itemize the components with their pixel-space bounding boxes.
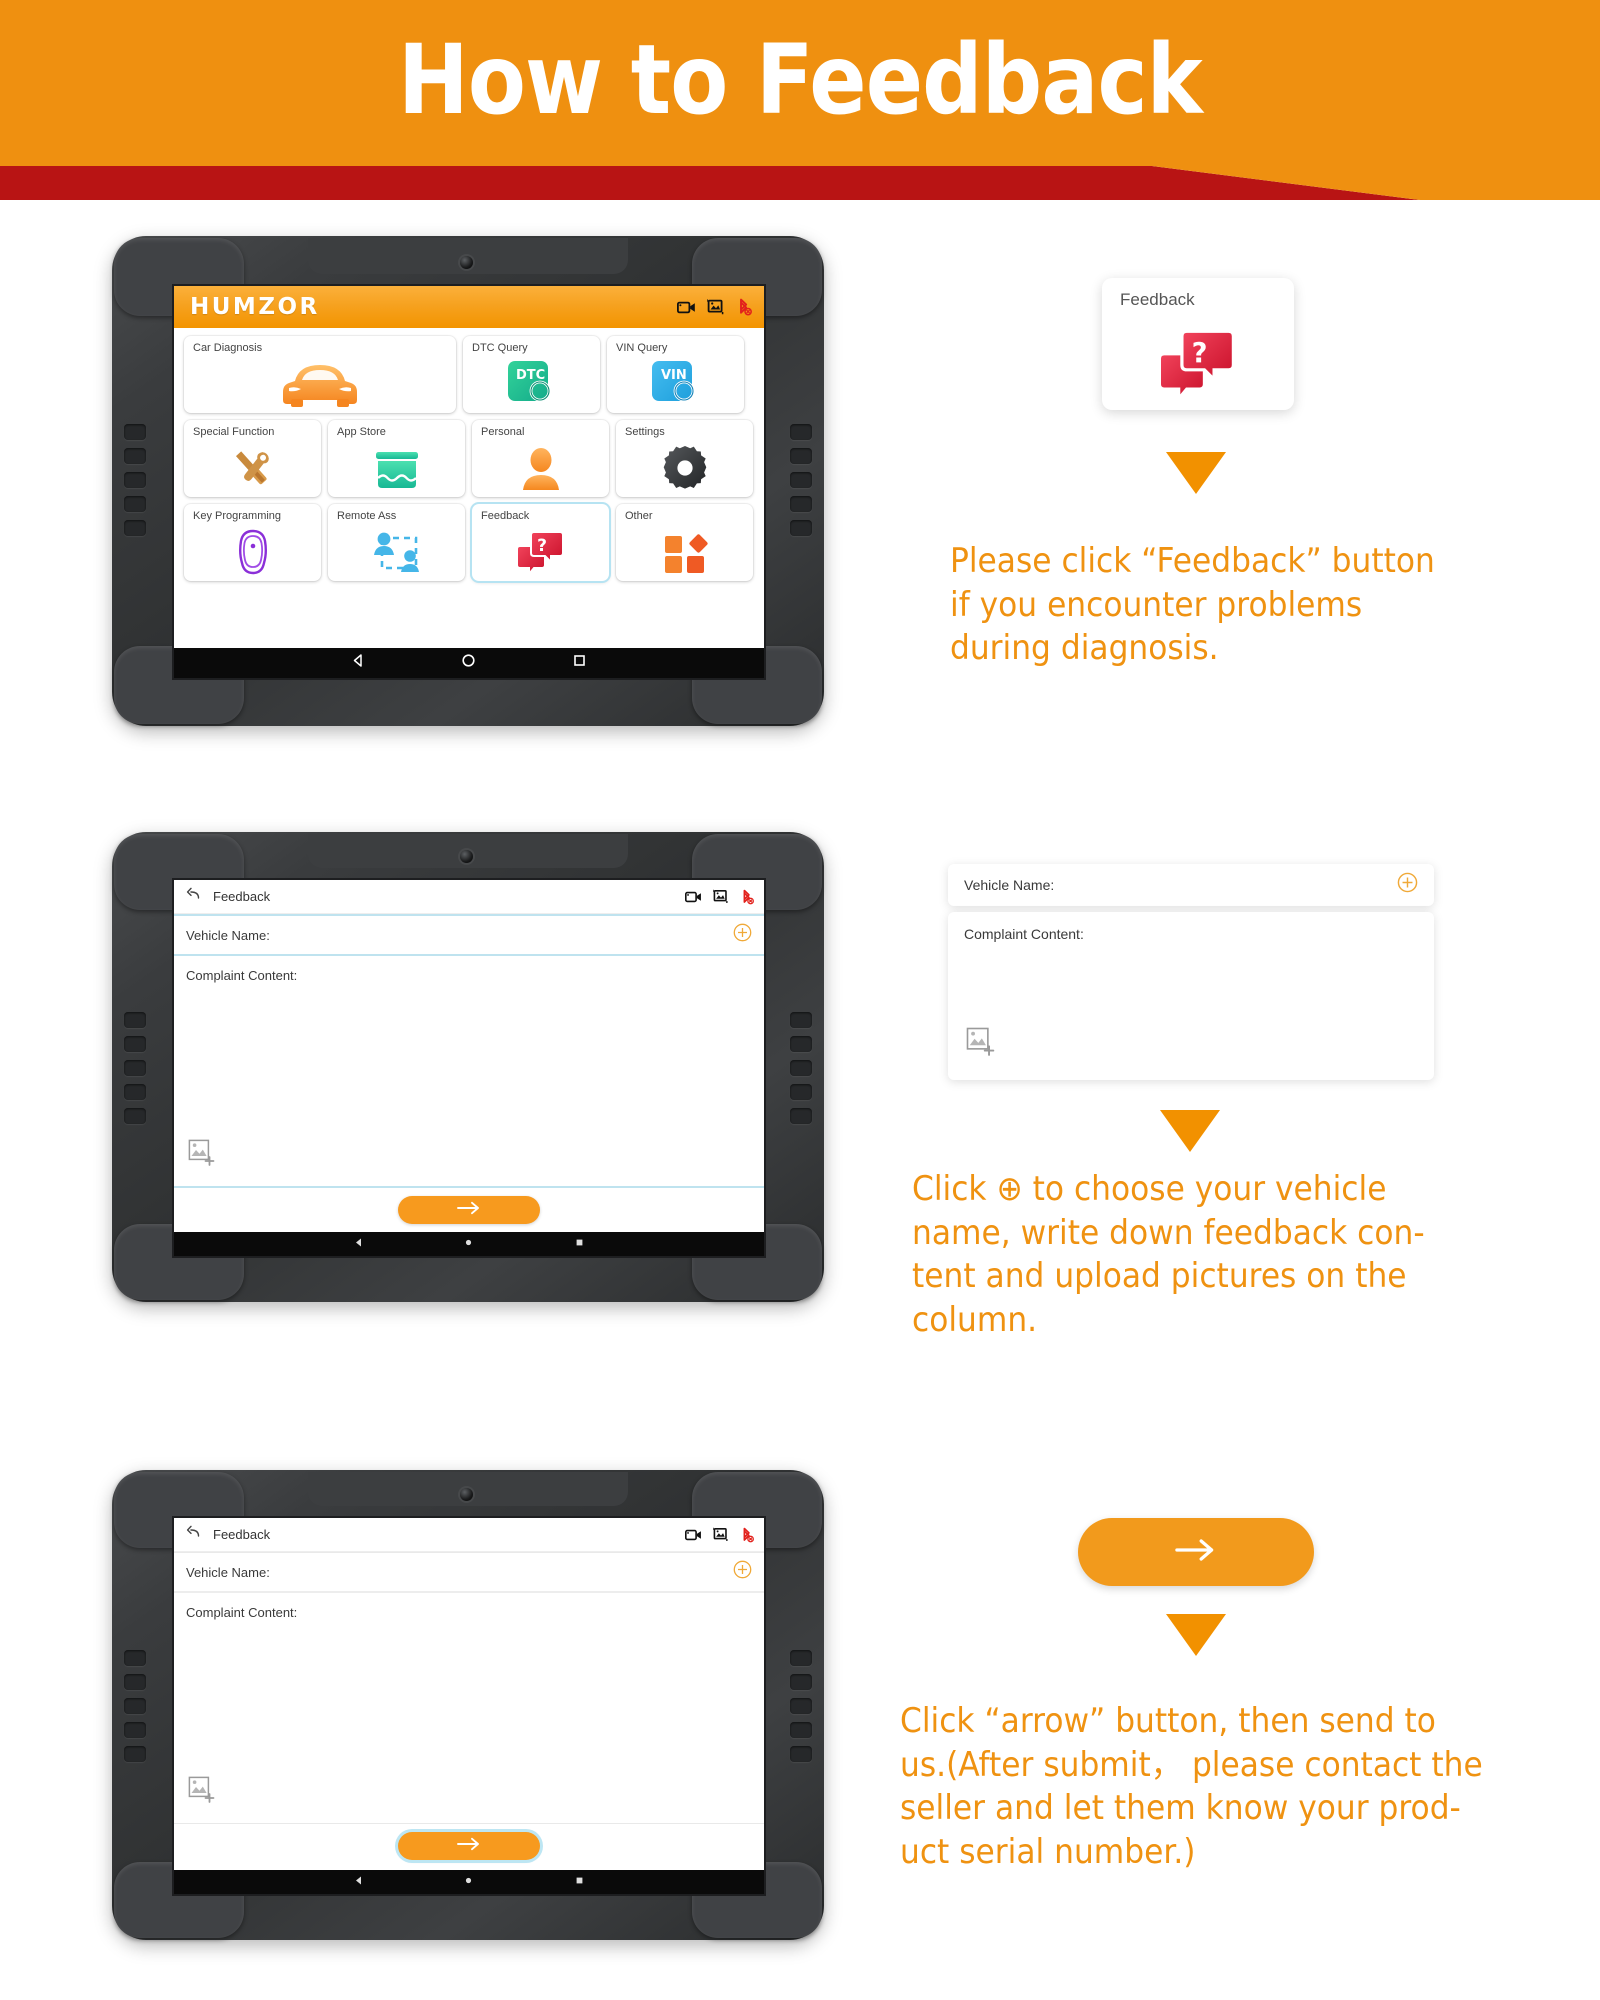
- step-3-down-arrow: [1166, 1614, 1226, 1656]
- callout-submit-button[interactable]: [1078, 1518, 1314, 1586]
- front-camera: [460, 850, 473, 863]
- appbar-title: Feedback: [213, 889, 271, 904]
- tablet-screen-feedback-form: Feedback Vehicle Name: Complaint Content…: [174, 880, 764, 1256]
- vehicle-name-row[interactable]: Vehicle Name:: [174, 916, 764, 954]
- vehicle-name-row[interactable]: Vehicle Name:: [174, 1553, 764, 1591]
- complaint-content-area[interactable]: Complaint Content:: [174, 1593, 764, 1823]
- screenshot-icon[interactable]: [713, 889, 729, 904]
- status-icon-group: [685, 1527, 754, 1543]
- feedback-form-callout-card: Vehicle Name:: [948, 864, 1434, 906]
- complaint-content-label: Complaint Content:: [186, 1605, 298, 1620]
- grip-ridge: [124, 1108, 146, 1124]
- grip-ridge: [124, 1722, 146, 1738]
- grip-ridge: [124, 1036, 146, 1052]
- grip-ridge: [790, 1036, 812, 1052]
- back-arrow-icon[interactable]: [186, 887, 201, 906]
- grip-ridge: [124, 1012, 146, 1028]
- appbar-left: Feedback: [186, 887, 270, 906]
- tablet-screen-feedback-submit: Feedback Vehicle Name: Complaint Content…: [174, 1518, 764, 1894]
- android-navbar: [174, 1232, 764, 1256]
- android-navbar: [174, 648, 764, 678]
- arrow-right-icon: [454, 1201, 484, 1220]
- vehicle-name-label: Vehicle Name:: [186, 1564, 270, 1580]
- video-camera-icon[interactable]: [685, 890, 702, 904]
- recents-icon[interactable]: [574, 1235, 585, 1253]
- callout-vehicle-name-label: Vehicle Name:: [964, 877, 1055, 893]
- bluetooth-off-icon[interactable]: [740, 889, 754, 905]
- grip-ridge: [790, 1084, 812, 1100]
- front-camera: [460, 1488, 473, 1501]
- submit-button[interactable]: [398, 1196, 540, 1224]
- image-add-icon[interactable]: [188, 1139, 216, 1172]
- home-icon[interactable]: [463, 1873, 474, 1891]
- screenshot-icon[interactable]: [713, 1527, 729, 1542]
- home-icon[interactable]: [461, 653, 476, 673]
- submit-button[interactable]: [398, 1832, 540, 1860]
- complaint-content-label: Complaint Content:: [186, 968, 298, 983]
- step-2-down-arrow: [1160, 1110, 1220, 1152]
- grip-ridge: [790, 1012, 812, 1028]
- callout-complaint-label: Complaint Content:: [964, 926, 1084, 942]
- grip-ridge: [124, 1698, 146, 1714]
- video-camera-icon[interactable]: [685, 1528, 702, 1542]
- appbar-left: Feedback: [186, 1525, 270, 1544]
- grip-ridge: [790, 1698, 812, 1714]
- callout-complaint-card[interactable]: Complaint Content:: [948, 912, 1434, 1080]
- feedback-appbar: Feedback: [174, 1518, 764, 1552]
- grip-ridge: [124, 1746, 146, 1762]
- grip-ridge: [124, 1084, 146, 1100]
- grip-ridge: [124, 1674, 146, 1690]
- back-icon[interactable]: [353, 1235, 364, 1253]
- grip-ridge: [790, 1650, 812, 1666]
- back-icon[interactable]: [351, 653, 366, 673]
- step-3-caption: Click “arrow” button, then send to us.(A…: [900, 1701, 1483, 1872]
- recents-icon[interactable]: [572, 653, 587, 673]
- grip-ridge: [124, 1650, 146, 1666]
- callout-vehicle-name-row[interactable]: Vehicle Name:: [948, 864, 1434, 906]
- complaint-content-area[interactable]: Complaint Content:: [174, 956, 764, 1186]
- plus-circle-icon[interactable]: [733, 1560, 752, 1584]
- plus-circle-icon[interactable]: [1397, 872, 1418, 898]
- image-add-icon[interactable]: [188, 1776, 216, 1809]
- submit-bar: [174, 1824, 764, 1868]
- arrow-right-icon: [1170, 1537, 1222, 1568]
- image-add-icon[interactable]: [966, 1027, 996, 1062]
- home-icon[interactable]: [463, 1235, 474, 1253]
- tablet-device-form: Feedback Vehicle Name: Complaint Content…: [112, 832, 824, 1302]
- recents-icon[interactable]: [574, 1873, 585, 1891]
- status-icon-group: [685, 889, 754, 905]
- grip-ridge: [790, 1060, 812, 1076]
- back-icon[interactable]: [353, 1873, 364, 1891]
- page-root: How to Feedback HUMZOR Car Diagnosis DTC…: [0, 0, 1600, 2000]
- step-3-section: Feedback Vehicle Name: Complaint Content…: [0, 0, 1600, 1940]
- feedback-appbar: Feedback: [174, 880, 764, 914]
- grip-ridge: [790, 1108, 812, 1124]
- grip-ridge: [790, 1746, 812, 1762]
- grip-ridge: [790, 1674, 812, 1690]
- grip-ridge: [790, 1722, 812, 1738]
- tablet-device-form-submit: Feedback Vehicle Name: Complaint Content…: [112, 1470, 824, 1940]
- appbar-title: Feedback: [213, 1527, 271, 1542]
- vehicle-name-label: Vehicle Name:: [186, 927, 270, 943]
- grip-ridge: [124, 1060, 146, 1076]
- plus-circle-icon[interactable]: [733, 923, 752, 947]
- arrow-right-icon: [454, 1837, 484, 1856]
- android-navbar: [174, 1870, 764, 1894]
- bluetooth-off-icon[interactable]: [740, 1527, 754, 1543]
- back-arrow-icon[interactable]: [186, 1525, 201, 1544]
- submit-bar: [174, 1188, 764, 1232]
- step-2-caption: Click ⊕ to choose your vehicle name, wri…: [912, 1169, 1425, 1340]
